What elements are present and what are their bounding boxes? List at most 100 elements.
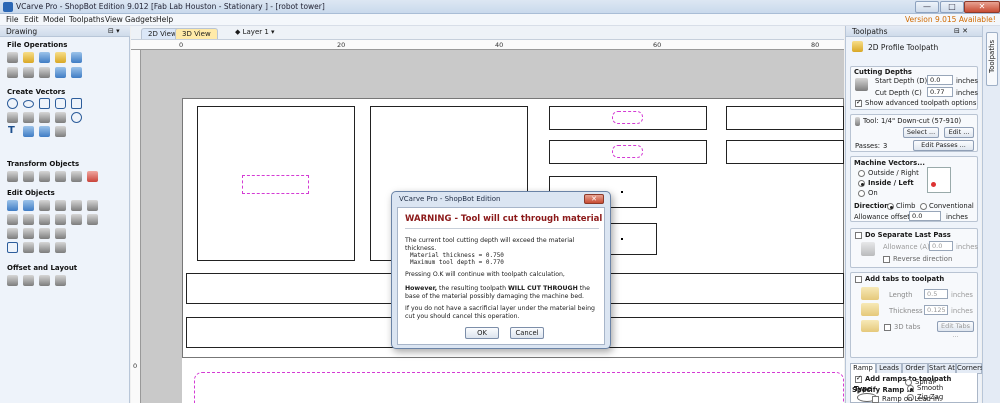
weld-icon[interactable] [7, 214, 18, 225]
maximize-button[interactable]: □ [940, 1, 964, 13]
slot-vector[interactable] [612, 145, 643, 158]
sheet-boundary-vector[interactable] [194, 372, 844, 403]
ok-button[interactable]: OK [465, 327, 499, 339]
copy-icon[interactable] [23, 67, 34, 78]
pin-icon[interactable]: ⊟ ✕ [954, 27, 968, 35]
edit-tool-button[interactable]: Edit ... [944, 127, 974, 138]
polygon-icon[interactable] [55, 98, 66, 109]
join-vectors-icon[interactable] [87, 200, 98, 211]
move-icon[interactable] [7, 171, 18, 182]
bezier-icon[interactable] [55, 112, 66, 123]
node-editing-icon[interactable] [23, 200, 34, 211]
part-outline[interactable] [726, 140, 844, 164]
version-available-link[interactable]: Version 9.015 Available! [905, 15, 996, 24]
import-bitmap-icon[interactable] [71, 52, 82, 63]
outside-right-radio[interactable] [858, 170, 865, 177]
fillet-icon[interactable] [87, 214, 98, 225]
align-center-icon[interactable] [87, 171, 98, 182]
arrow-icon[interactable] [55, 228, 66, 239]
new-file-icon[interactable] [7, 52, 18, 63]
text-on-curve-icon[interactable] [23, 126, 34, 137]
interactive-transform-icon[interactable] [39, 200, 50, 211]
tab-length-input[interactable]: 0.5 [924, 289, 948, 299]
menu-file[interactable]: File [6, 15, 19, 24]
scale-icon[interactable] [23, 171, 34, 182]
polyline-icon[interactable] [7, 112, 18, 123]
select-tool-button[interactable]: Select ... [903, 127, 939, 138]
menu-toolpaths[interactable]: Toolpaths [69, 15, 105, 24]
circle-icon[interactable] [7, 98, 18, 109]
extend-icon[interactable] [71, 214, 82, 225]
fillet-corner-icon[interactable] [39, 242, 50, 253]
trim-vectors-icon[interactable] [55, 214, 66, 225]
climb-radio[interactable] [887, 203, 894, 210]
mirror-vectors-icon[interactable] [39, 228, 50, 239]
dimension-tool-icon[interactable] [55, 126, 66, 137]
close-button[interactable]: ✕ [964, 1, 1000, 13]
allowance-input[interactable]: 0.0 [929, 241, 953, 251]
smooth-curves-icon[interactable] [7, 228, 18, 239]
3d-tabs-checkbox[interactable] [884, 324, 891, 331]
close-vectors-icon[interactable] [23, 228, 34, 239]
advanced-options-checkbox[interactable] [855, 98, 862, 107]
spiral-radio[interactable] [905, 379, 912, 386]
menu-help[interactable]: Help [156, 15, 173, 24]
separate-last-pass-checkbox[interactable] [855, 232, 862, 239]
subtract-icon[interactable] [23, 214, 34, 225]
ramp-on-lead-in-checkbox[interactable] [872, 396, 879, 403]
on-radio[interactable] [858, 190, 865, 197]
intersect-icon[interactable] [39, 214, 50, 225]
star-icon[interactable] [71, 98, 82, 109]
part-outline[interactable] [726, 106, 844, 130]
offset-icon[interactable] [7, 275, 18, 286]
menu-gadgets[interactable]: Gadgets [125, 15, 156, 24]
tab-thickness-input[interactable]: 0.125 [924, 305, 948, 315]
reverse-direction-checkbox[interactable] [883, 256, 890, 263]
dialog-close-button[interactable]: ✕ [584, 194, 604, 204]
rotate-icon[interactable] [39, 171, 50, 182]
offset-corner-icon[interactable] [55, 242, 66, 253]
nesting-icon[interactable] [55, 275, 66, 286]
toolpaths-side-tab[interactable]: Toolpaths [986, 32, 998, 86]
mirror-icon[interactable] [55, 171, 66, 182]
edit-tabs-button[interactable]: Edit Tabs ... [937, 321, 974, 339]
redo-icon[interactable] [71, 67, 82, 78]
distort-icon[interactable] [71, 171, 82, 182]
tab-3d-view[interactable]: 3D View [175, 28, 218, 39]
text-tool-icon[interactable]: T [8, 125, 15, 136]
auto-layout-text-icon[interactable] [39, 126, 50, 137]
circular-array-icon[interactable] [39, 275, 50, 286]
open-file-icon[interactable] [23, 52, 34, 63]
ungroup-icon[interactable] [71, 200, 82, 211]
selected-pocket-vector[interactable] [242, 175, 309, 194]
rectangle-icon[interactable] [39, 98, 50, 109]
cancel-button[interactable]: Cancel [510, 327, 544, 339]
add-tabs-checkbox[interactable] [855, 276, 862, 283]
curve-icon[interactable] [23, 112, 34, 123]
conventional-radio[interactable] [920, 203, 927, 210]
minimize-button[interactable]: — [915, 1, 939, 13]
menu-edit[interactable]: Edit [24, 15, 39, 24]
cut-depth-input[interactable]: 0.77 [927, 87, 953, 97]
cut-icon[interactable] [7, 67, 18, 78]
rounded-rect-icon[interactable] [7, 242, 18, 253]
undo-icon[interactable] [55, 67, 66, 78]
ellipse-icon[interactable] [23, 100, 34, 108]
pin-icon[interactable]: ⊟ ▾ [108, 27, 120, 35]
select-tool-icon[interactable] [7, 200, 18, 211]
group-icon[interactable] [55, 200, 66, 211]
edit-passes-button[interactable]: Edit Passes ... [913, 140, 974, 151]
layer-selector[interactable]: ◆ Layer 1 ▾ [235, 28, 275, 36]
chamfer-icon[interactable] [23, 242, 34, 253]
arc-icon[interactable] [39, 112, 50, 123]
save-icon[interactable] [39, 52, 50, 63]
start-depth-input[interactable]: 0.0 [927, 75, 953, 85]
spiral-icon[interactable] [71, 112, 82, 123]
add-ramps-checkbox[interactable] [855, 374, 862, 383]
slot-vector[interactable] [612, 111, 643, 124]
paste-icon[interactable] [39, 67, 50, 78]
menu-model[interactable]: Model [43, 15, 66, 24]
allowance-offset-input[interactable]: 0.0 [909, 211, 941, 221]
inside-left-radio[interactable] [858, 180, 865, 187]
menu-view[interactable]: View [105, 15, 123, 24]
